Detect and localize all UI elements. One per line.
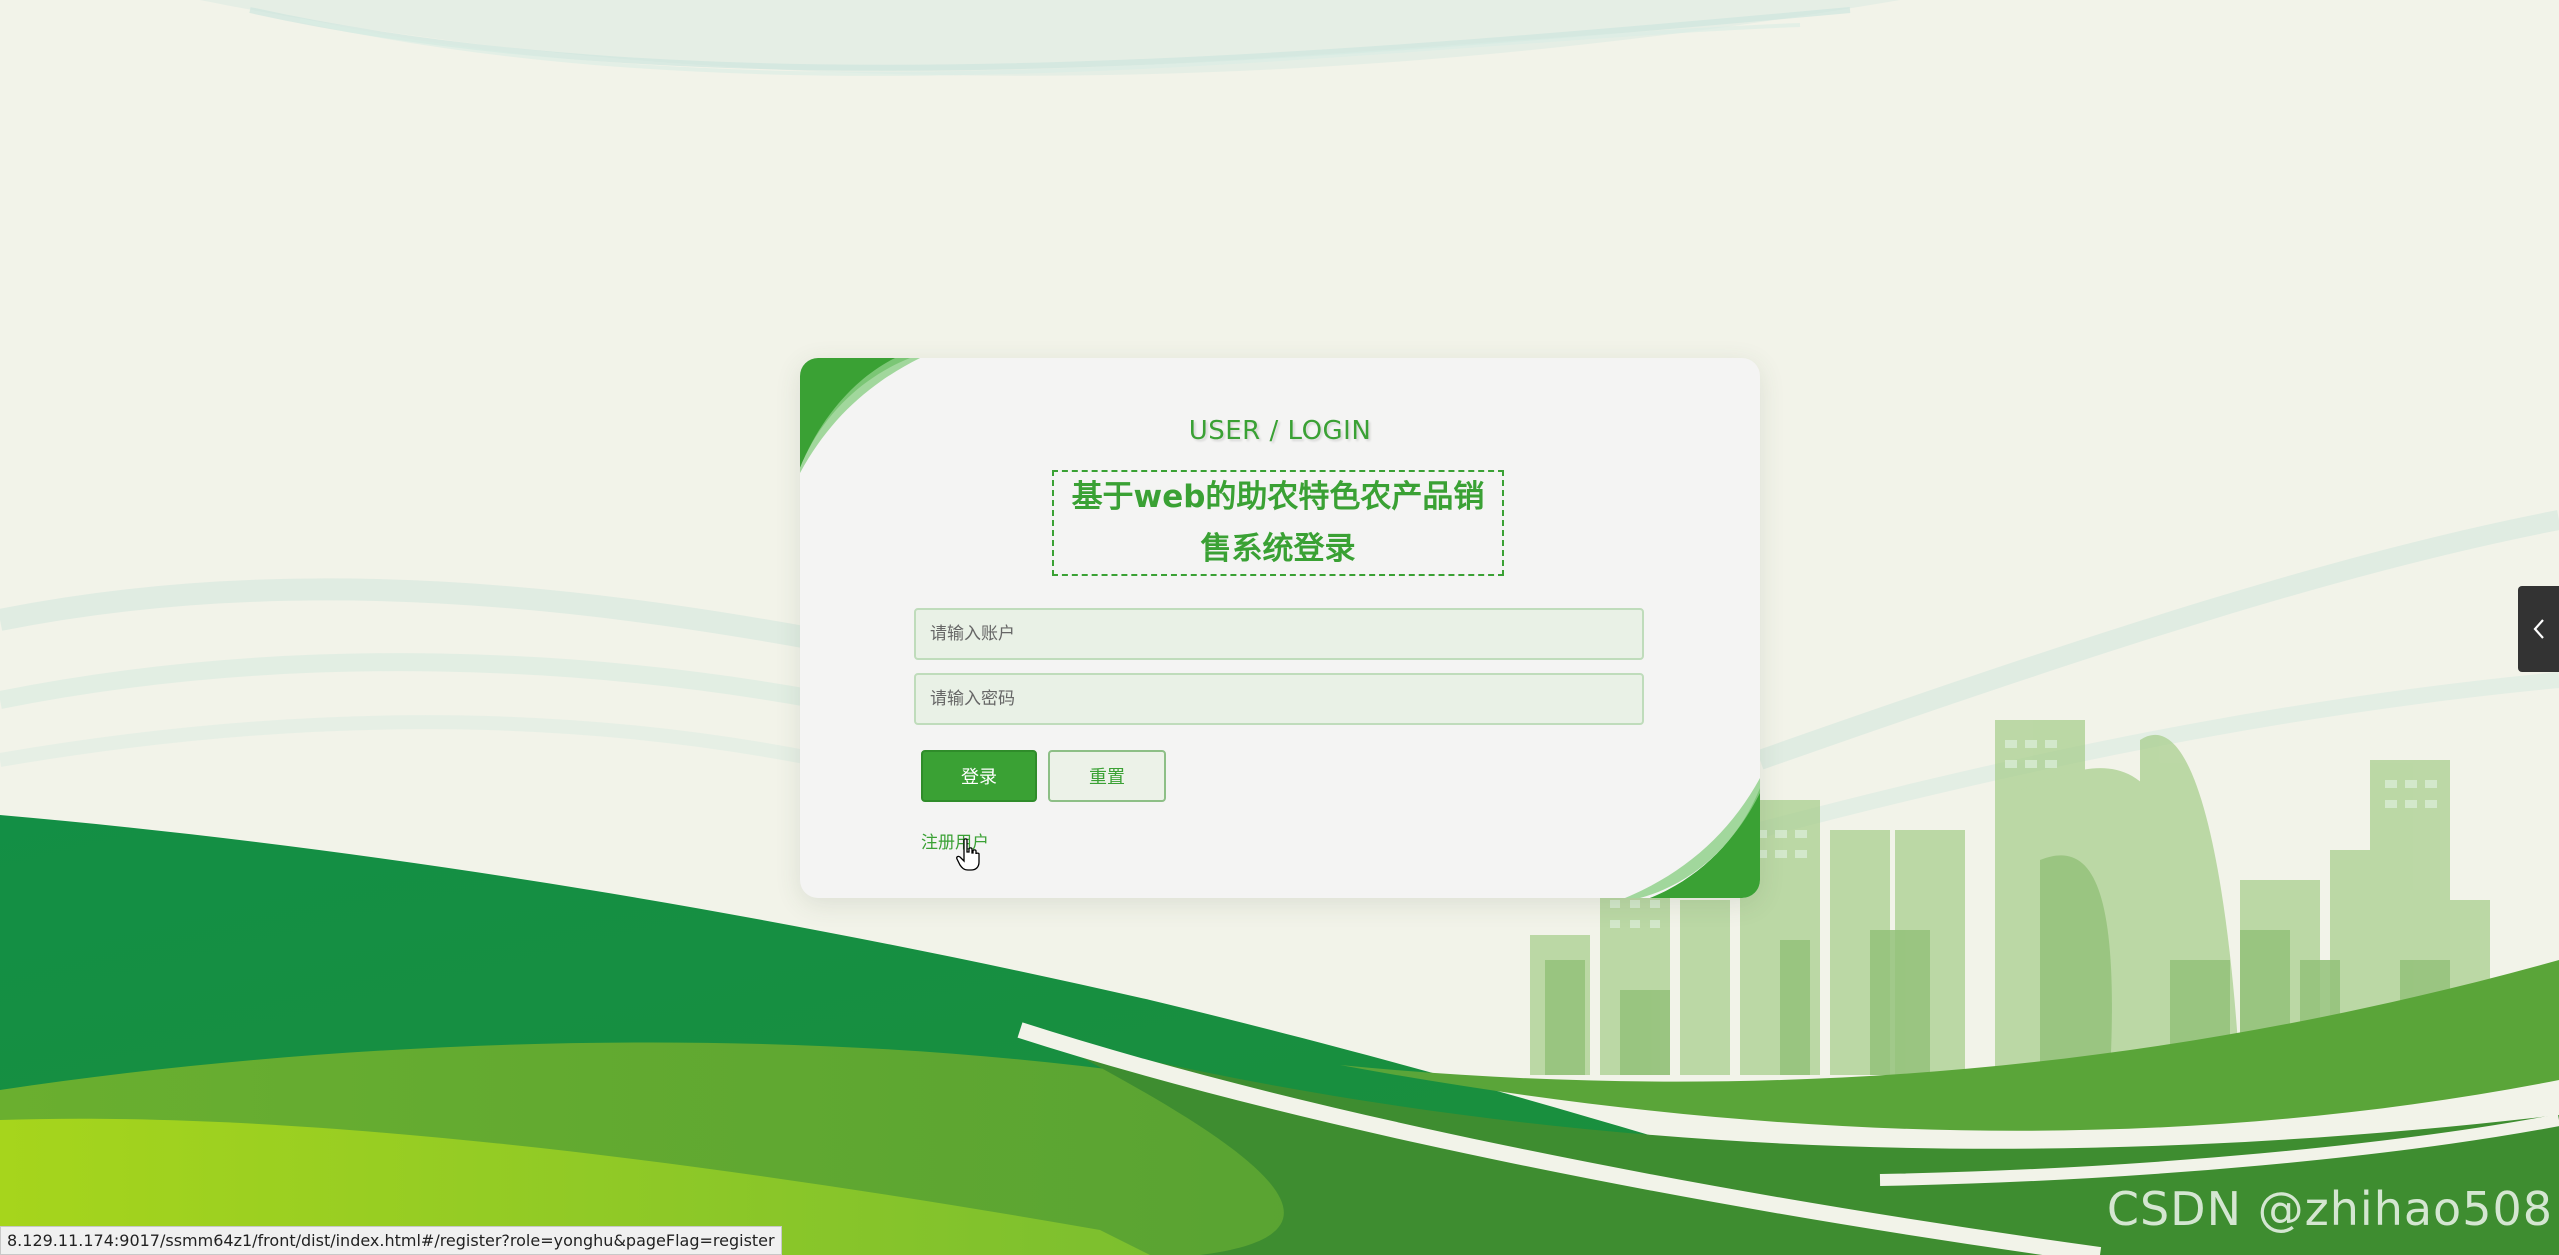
login-card: USER / LOGIN 基于web的助农特色农产品销售系统登录 登录 重置 注… (800, 358, 1760, 898)
watermark: CSDN @zhihao508 (2106, 1182, 2553, 1236)
password-input[interactable] (914, 673, 1644, 725)
status-bar-url: 8.129.11.174:9017/ssmm64z1/front/dist/in… (0, 1226, 782, 1255)
side-panel-toggle[interactable] (2518, 586, 2559, 672)
login-page: USER / LOGIN 基于web的助农特色农产品销售系统登录 登录 重置 注… (0, 0, 2559, 1255)
chevron-left-icon (2533, 619, 2544, 639)
login-heading-en: USER / LOGIN (1188, 416, 1372, 446)
hand-cursor-icon (956, 838, 980, 871)
system-title: 基于web的助农特色农产品销售系统登录 (1071, 479, 1485, 567)
reset-button[interactable]: 重置 (1048, 750, 1166, 802)
system-title-box: 基于web的助农特色农产品销售系统登录 (1052, 470, 1504, 576)
login-button[interactable]: 登录 (921, 750, 1037, 802)
account-input[interactable] (914, 608, 1644, 660)
